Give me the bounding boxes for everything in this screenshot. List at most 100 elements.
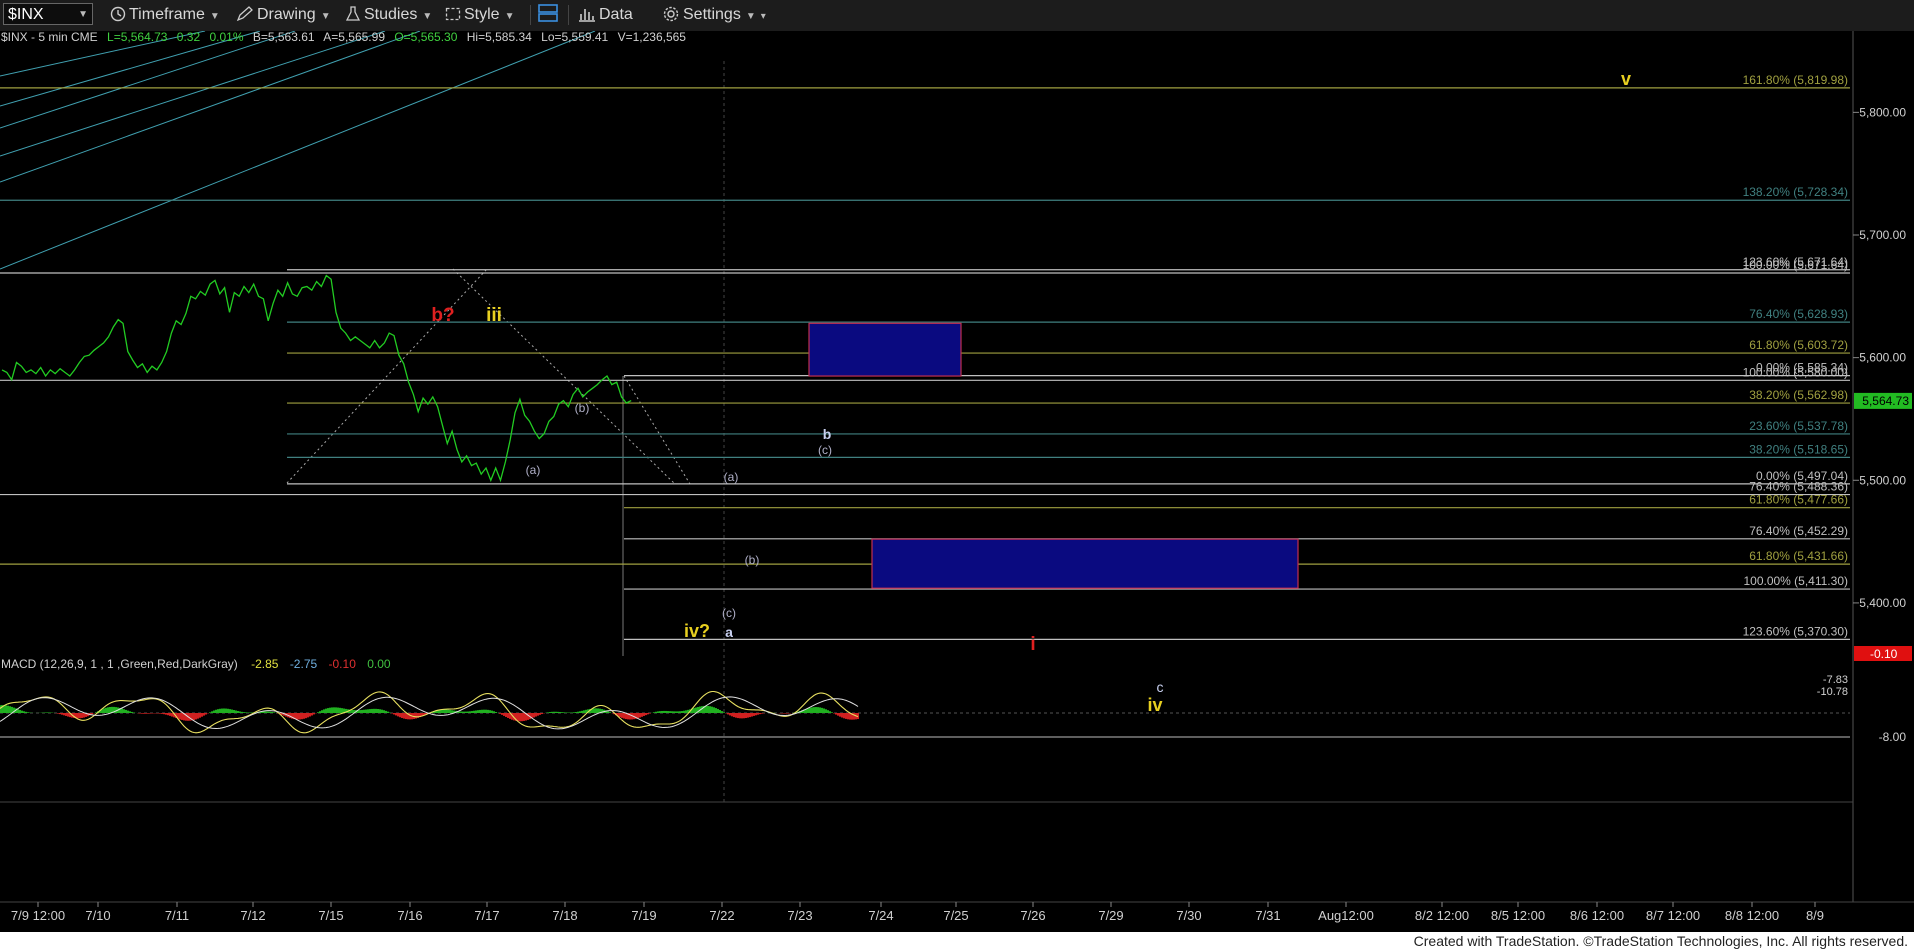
chevron-down-icon: ▼ — [78, 9, 88, 20]
footer-text: Created with TradeStation. ©TradeStation… — [1413, 933, 1908, 949]
style-menu[interactable]: Style ▼ — [445, 4, 514, 26]
price-chart[interactable]: 161.80% (5,819.98) 138.20% (5,728.34) 123.… — [0, 31, 1914, 932]
fib-level-label: 100.00% (5,411.30) — [1743, 574, 1848, 588]
time-tick-label: 7/25 — [943, 908, 968, 923]
last-price-label: 5,564.73 — [1862, 394, 1909, 408]
time-tick-label: 8/8 12:00 — [1725, 908, 1779, 923]
chevron-down-icon: ▼ — [320, 11, 331, 22]
time-tick-label: Aug12:00 — [1318, 908, 1374, 923]
chart-background — [0, 31, 1914, 932]
fib-level-label: 100.00% (5,671.64) — [1743, 258, 1848, 272]
wave-label: b — [823, 426, 832, 442]
macd-signal: -2.75 — [290, 657, 318, 671]
fib-level-label: 76.40% (5,452.29) — [1749, 524, 1848, 538]
wave-label: b? — [431, 305, 454, 326]
b-target-box — [808, 322, 962, 377]
quote-low: Lo=5,559.41 — [541, 31, 608, 44]
wave-label: (a) — [526, 463, 541, 477]
wave-label: (b) — [745, 553, 760, 567]
price-tick-label: 5,800.00 — [1859, 105, 1906, 119]
time-tick-label: 8/6 12:00 — [1570, 908, 1624, 923]
layout-icon — [538, 4, 558, 22]
layout-button[interactable] — [538, 4, 558, 26]
fib-level-label: 76.40% (5,628.93) — [1749, 307, 1848, 321]
time-tick-label: 7/16 — [397, 908, 422, 923]
macd-axis-label: -8.00 — [1879, 730, 1907, 744]
wave-label: i — [1030, 634, 1035, 655]
time-tick-label: 8/7 12:00 — [1646, 908, 1700, 923]
time-tick-label: 7/23 — [787, 908, 812, 923]
flask-icon — [345, 6, 361, 21]
data-menu[interactable]: Data — [578, 4, 633, 26]
fib-level-label: 123.60% (5,370.30) — [1743, 624, 1848, 638]
macd-readout: -7.83 — [1823, 674, 1848, 686]
toolbar-divider — [568, 5, 569, 25]
quote-ask: A=5,565.99 — [323, 31, 385, 44]
bar-chart-icon — [579, 9, 595, 22]
time-tick-label: 7/9 12:00 — [11, 908, 65, 923]
chevron-down-icon: ▼ — [422, 11, 433, 22]
drawing-menu[interactable]: Drawing ▼ — [236, 4, 331, 26]
time-tick-label: 7/15 — [318, 908, 343, 923]
gear-icon — [663, 6, 679, 22]
time-tick-label: 7/24 — [868, 908, 893, 923]
toolbar-divider — [530, 5, 531, 25]
chevron-down-icon: ▼ — [209, 11, 220, 22]
wave-label: a — [725, 624, 733, 640]
macd-current-label: -0.10 — [1870, 647, 1898, 661]
fib-level-label: 38.20% (5,518.65) — [1749, 442, 1848, 456]
chevron-down-icon: ▼ — [745, 11, 756, 22]
time-tick-label: 7/22 — [709, 908, 734, 923]
clock-icon — [110, 6, 126, 22]
quote-change-pct: 0.01% — [209, 31, 243, 44]
time-tick-label: 7/30 — [1176, 908, 1201, 923]
macd-histogram: -0.10 — [329, 657, 357, 671]
time-tick-label: 8/9 — [1806, 908, 1824, 923]
time-tick-label: 7/17 — [474, 908, 499, 923]
fib-level-label: 161.80% (5,819.98) — [1743, 73, 1848, 87]
wave-label: (c) — [818, 443, 832, 457]
quote-high: Hi=5,585.34 — [467, 31, 532, 44]
time-tick-label: 7/12 — [240, 908, 265, 923]
iv-target-box — [871, 538, 1299, 589]
time-tick-label: 7/11 — [165, 908, 189, 923]
wave-label: c — [1157, 679, 1164, 695]
fib-level-label: 61.80% (5,431.66) — [1749, 549, 1848, 563]
time-tick-label: 7/10 — [85, 908, 110, 923]
fib-level-label: 76.40% (5,488.36) — [1749, 480, 1848, 494]
quote-volume: V=1,236,565 — [618, 31, 687, 44]
timeframe-menu[interactable]: Timeframe ▼ — [110, 4, 220, 26]
symbol-value: $INX — [8, 6, 44, 23]
style-label: Style — [464, 6, 500, 23]
fib-level-label: 61.80% (5,477.66) — [1749, 493, 1848, 507]
wave-label: v — [1621, 69, 1631, 89]
price-tick-label: 5,400.00 — [1859, 596, 1906, 610]
timeframe-label: Timeframe — [129, 6, 205, 23]
quote-bid: B=5,563.61 — [253, 31, 315, 44]
settings-menu[interactable]: Settings ▼ ▾ — [662, 4, 766, 26]
time-tick-label: 7/26 — [1020, 908, 1045, 923]
fib-level-label: 38.20% (5,562.98) — [1749, 388, 1848, 402]
price-tick-label: 5,500.00 — [1859, 473, 1906, 487]
symbol-selector[interactable]: $INX ▼ — [3, 3, 93, 25]
pencil-icon — [236, 6, 253, 22]
style-icon — [445, 7, 461, 21]
chevron-down-icon: ▼ — [504, 11, 515, 22]
data-label: Data — [599, 6, 633, 23]
chart-toolbar: $INX ▼ Timeframe ▼ Drawing ▼ Studies ▼ Styl… — [0, 0, 1914, 32]
time-tick-label: 7/18 — [552, 908, 577, 923]
macd-title: MACD (12,26,9, 1 , 1 ,Green,Red,DarkGray… — [1, 657, 238, 671]
quote-open: O=5,565.30 — [394, 31, 457, 44]
time-tick-label: 7/31 — [1255, 908, 1280, 923]
wave-label: (a) — [724, 470, 739, 484]
price-tick-label: 5,700.00 — [1859, 228, 1906, 242]
chevron-down-icon: ▾ — [760, 11, 766, 22]
quote-last: L=5,564.73 — [107, 31, 168, 44]
time-tick-label: 7/29 — [1098, 908, 1123, 923]
studies-menu[interactable]: Studies ▼ — [345, 4, 432, 26]
wave-label: iii — [486, 305, 502, 326]
studies-label: Studies — [364, 6, 418, 23]
price-tick-label: 5,600.00 — [1859, 351, 1906, 365]
macd-value: -2.85 — [251, 657, 279, 671]
footer: Created with TradeStation. ©TradeStation… — [0, 932, 1914, 950]
